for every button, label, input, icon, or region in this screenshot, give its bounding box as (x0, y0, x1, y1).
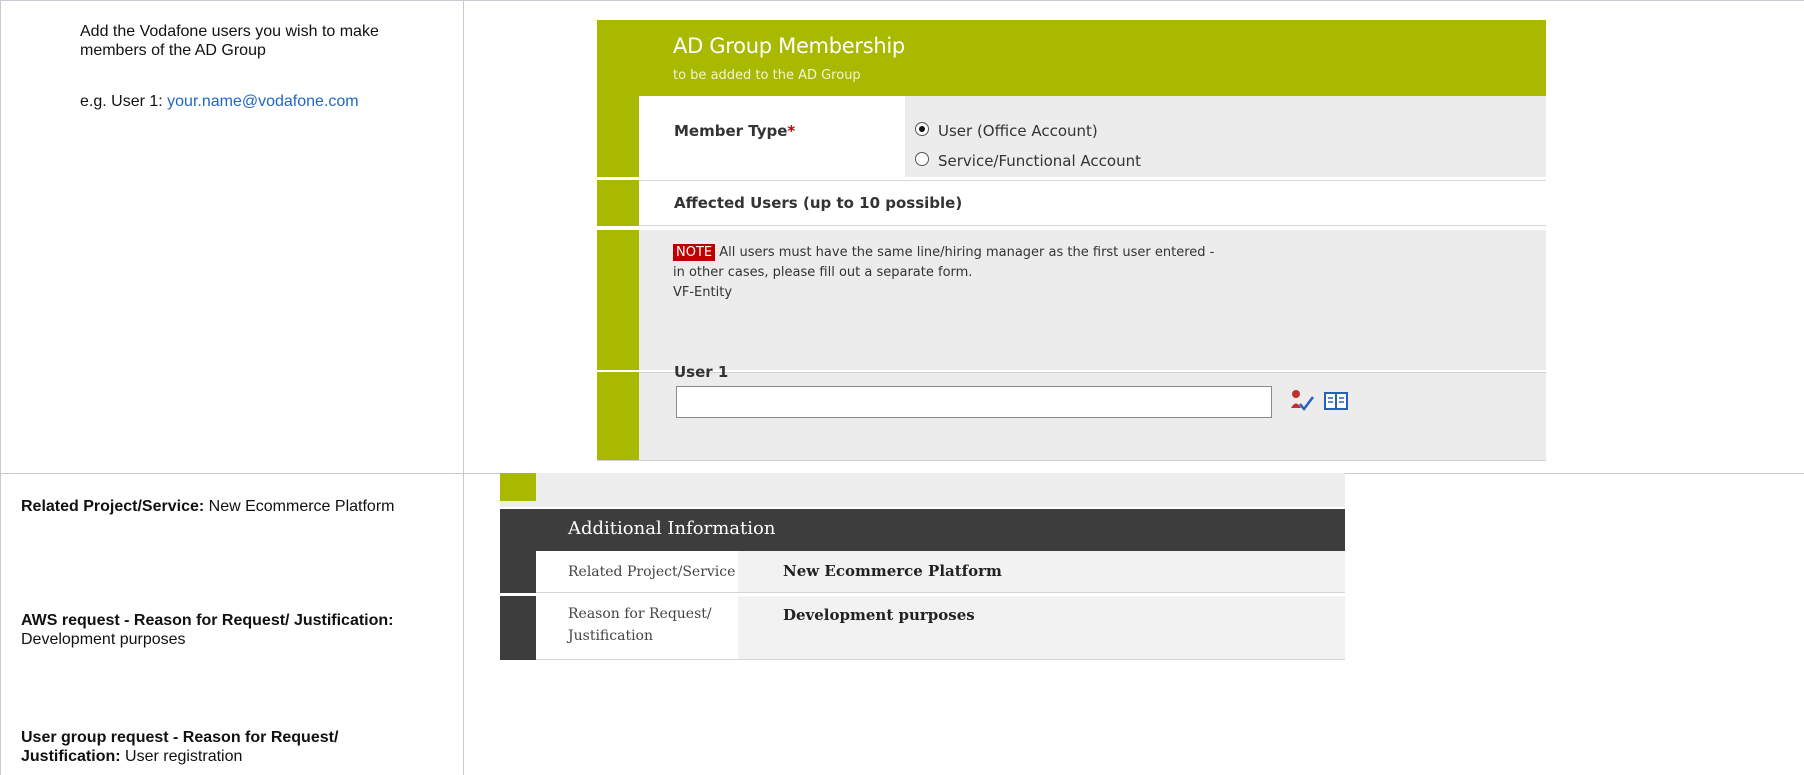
note-tag: NOTE (673, 244, 716, 261)
usergroup-value: User registration (120, 748, 243, 765)
cropped-accent-bar (500, 473, 536, 501)
required-mark: * (787, 122, 796, 140)
example-text: e.g. User 1: your.name@vodafone.com (80, 92, 359, 111)
note-text: NOTE All users must have the same line/h… (673, 244, 1215, 300)
radio-user-label: User (Office Account) (938, 122, 1098, 140)
ad-group-form-screenshot: AD Group Membership to be added to the A… (597, 20, 1546, 461)
grid-column-divider (463, 0, 464, 775)
reason-field-value: Development purposes (783, 606, 975, 624)
cropped-strip (500, 473, 1345, 507)
additional-info-title: Additional Information (568, 518, 776, 539)
row-accent-bar (500, 596, 536, 660)
related-project-note: Related Project/Service: New Ecommerce P… (21, 497, 441, 516)
row-accent-bar (597, 180, 639, 226)
check-names-icon[interactable] (1288, 388, 1316, 414)
example-prefix: e.g. User 1: (80, 93, 168, 110)
row-accent-bar (597, 372, 639, 460)
form-title: AD Group Membership (673, 34, 905, 58)
instruction-text: Add the Vodafone users you wish to make … (80, 23, 379, 59)
aws-label: AWS request - Reason for Request/ Justif… (21, 612, 394, 629)
row-accent-bar (597, 96, 639, 177)
radio-service-account[interactable] (915, 152, 929, 166)
example-email-link[interactable]: your.name@vodafone.com (167, 93, 358, 110)
row-accent-bar (500, 551, 536, 593)
aws-note: AWS request - Reason for Request/ Justif… (21, 611, 441, 649)
user1-label: User 1 (674, 363, 729, 381)
aws-value: Development purposes (21, 631, 186, 648)
related-project-label: Related Project/Service: (21, 498, 205, 515)
related-project-value: New Ecommerce Platform (204, 498, 395, 515)
reason-field-label: Reason for Request/ Justification (568, 606, 712, 644)
grid-left (0, 0, 1, 775)
radio-service-label: Service/Functional Account (938, 152, 1141, 170)
grid-top (0, 0, 1804, 1)
user1-input[interactable] (676, 386, 1272, 418)
usergroup-note: User group request - Reason for Request/… (21, 728, 441, 766)
additional-info-screenshot: Additional Information Related Project/S… (500, 473, 1345, 661)
member-type-label: Member Type* (674, 122, 796, 140)
form-subtitle: to be added to the AD Group (673, 68, 861, 83)
related-project-field-value: New Ecommerce Platform (783, 562, 1002, 580)
related-project-field-label: Related Project/Service (568, 564, 736, 580)
radio-user-office-account[interactable] (915, 122, 929, 136)
row-accent-bar (597, 230, 639, 370)
address-book-icon[interactable] (1322, 390, 1350, 412)
form-header (597, 20, 1546, 96)
affected-users-label: Affected Users (up to 10 possible) (674, 194, 963, 212)
